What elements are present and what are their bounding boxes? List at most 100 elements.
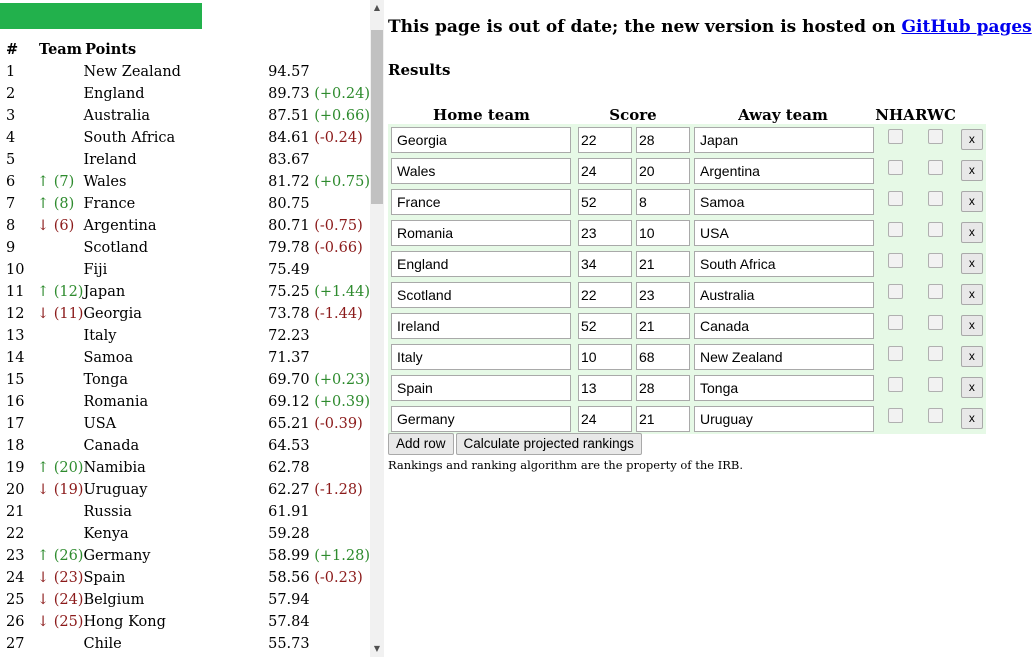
delete-row-button[interactable]: x <box>960 222 983 243</box>
home-team-input[interactable] <box>391 250 571 277</box>
ranking-points: 69.70 <box>268 372 310 388</box>
rwc-cell <box>915 186 956 217</box>
home-team-input[interactable] <box>391 188 571 215</box>
away-team-input[interactable] <box>694 343 874 370</box>
ranking-row: 22 Kenya 59.28 <box>0 523 370 545</box>
home-score-input[interactable] <box>578 281 632 308</box>
away-score-input[interactable] <box>636 219 690 246</box>
home-team-input[interactable] <box>391 343 571 370</box>
home-score-input[interactable] <box>578 188 632 215</box>
home-score-input[interactable] <box>578 126 632 153</box>
nha-checkbox[interactable] <box>887 346 903 361</box>
away-score-input[interactable] <box>636 157 690 184</box>
rwc-checkbox[interactable] <box>927 408 943 423</box>
delete-row-button[interactable]: x <box>960 191 983 212</box>
nha-checkbox[interactable] <box>887 191 903 206</box>
away-score-input[interactable] <box>636 126 690 153</box>
vertical-scrollbar[interactable]: ▲ ▼ <box>370 0 384 657</box>
home-score-cell <box>575 372 633 403</box>
delete-row-button[interactable]: x <box>960 253 983 274</box>
ranking-points-cell: 72.23 <box>268 325 370 347</box>
away-team-input[interactable] <box>694 374 874 401</box>
away-team-cell <box>691 403 875 434</box>
away-team-input[interactable] <box>694 157 874 184</box>
away-score-input[interactable] <box>636 405 690 432</box>
delete-row-button[interactable]: x <box>960 160 983 181</box>
ranking-movement <box>37 413 84 435</box>
home-score-cell <box>575 279 633 310</box>
away-team-input[interactable] <box>694 281 874 308</box>
home-team-input[interactable] <box>391 281 571 308</box>
away-score-input[interactable] <box>636 312 690 339</box>
nha-checkbox[interactable] <box>887 160 903 175</box>
ranking-team-name: France <box>83 196 136 212</box>
home-score-input[interactable] <box>578 312 632 339</box>
score-header: Score <box>609 106 657 124</box>
home-team-input[interactable] <box>391 157 571 184</box>
delete-row-button[interactable]: x <box>960 346 983 367</box>
add-row-button[interactable]: Add row <box>388 433 454 455</box>
away-team-input[interactable] <box>694 405 874 432</box>
ranking-points: 62.27 <box>268 482 310 498</box>
home-score-input[interactable] <box>578 250 632 277</box>
rwc-checkbox[interactable] <box>927 160 943 175</box>
away-score-input[interactable] <box>636 374 690 401</box>
delete-row-button[interactable]: x <box>960 129 983 150</box>
delete-row-button[interactable]: x <box>960 408 983 429</box>
delete-row-button[interactable]: x <box>960 284 983 305</box>
ranking-points: 55.73 <box>268 636 310 652</box>
ranking-points-cell: 94.57 <box>268 61 370 83</box>
home-score-cell <box>575 217 633 248</box>
ranking-points-change: (+1.28) <box>314 548 370 564</box>
home-team-input[interactable] <box>391 405 571 432</box>
home-score-input[interactable] <box>578 157 632 184</box>
github-pages-link[interactable]: GitHub pages <box>902 17 1032 37</box>
ranking-points-change: (+0.75) <box>314 174 370 190</box>
home-team-input[interactable] <box>391 126 571 153</box>
delete-cell: x <box>955 403 986 434</box>
delete-row-button[interactable]: x <box>960 315 983 336</box>
rwc-checkbox[interactable] <box>927 191 943 206</box>
away-score-input[interactable] <box>636 343 690 370</box>
rwc-checkbox[interactable] <box>927 222 943 237</box>
scroll-up-icon[interactable]: ▲ <box>370 0 384 16</box>
home-score-input[interactable] <box>578 219 632 246</box>
nha-checkbox[interactable] <box>887 377 903 392</box>
away-team-input[interactable] <box>694 126 874 153</box>
ranking-position: 22 <box>6 526 25 542</box>
away-team-input[interactable] <box>694 188 874 215</box>
nha-checkbox[interactable] <box>887 222 903 237</box>
nha-checkbox[interactable] <box>887 253 903 268</box>
away-team-input[interactable] <box>694 250 874 277</box>
nha-checkbox[interactable] <box>887 315 903 330</box>
rwc-checkbox[interactable] <box>927 253 943 268</box>
rwc-checkbox[interactable] <box>927 129 943 144</box>
away-team-input[interactable] <box>694 219 874 246</box>
home-score-input[interactable] <box>578 405 632 432</box>
ranking-row: 18 Canada 64.53 <box>0 435 370 457</box>
rwc-checkbox[interactable] <box>927 284 943 299</box>
rwc-checkbox[interactable] <box>927 315 943 330</box>
away-score-input[interactable] <box>636 188 690 215</box>
scroll-down-icon[interactable]: ▼ <box>370 641 384 657</box>
rwc-checkbox[interactable] <box>927 346 943 361</box>
nha-checkbox[interactable] <box>887 408 903 423</box>
home-score-input[interactable] <box>578 343 632 370</box>
home-team-input[interactable] <box>391 219 571 246</box>
home-score-cell <box>575 310 633 341</box>
away-score-input[interactable] <box>636 281 690 308</box>
home-score-input[interactable] <box>578 374 632 401</box>
away-score-input[interactable] <box>636 250 690 277</box>
delete-row-button[interactable]: x <box>960 377 983 398</box>
nha-checkbox[interactable] <box>887 129 903 144</box>
home-team-cell <box>388 403 575 434</box>
home-team-input[interactable] <box>391 374 571 401</box>
ranking-points: 58.99 <box>268 548 310 564</box>
scrollbar-thumb[interactable] <box>371 30 383 204</box>
home-team-input[interactable] <box>391 312 571 339</box>
rwc-checkbox[interactable] <box>927 377 943 392</box>
calculate-rankings-button[interactable]: Calculate projected rankings <box>455 433 642 455</box>
nha-checkbox[interactable] <box>887 284 903 299</box>
away-team-input[interactable] <box>694 312 874 339</box>
rankings-pane: # Team Points 1 New Zealand 94.57 2 England 8… <box>0 0 370 657</box>
